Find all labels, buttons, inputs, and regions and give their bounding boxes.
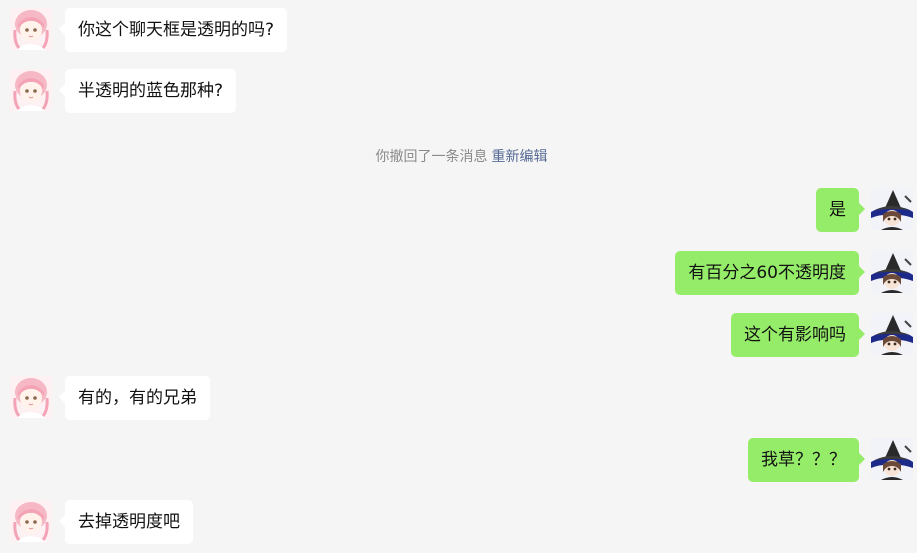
message-row-incoming: 半透明的蓝色那种? — [0, 69, 917, 115]
message-row-incoming: 你这个聊天框是透明的吗? — [0, 8, 917, 54]
message-row-outgoing: 我草？？？ — [0, 438, 917, 484]
contact-avatar[interactable] — [10, 376, 52, 418]
self-avatar[interactable] — [871, 188, 913, 230]
message-bubble[interactable]: 是 — [816, 188, 865, 232]
contact-avatar[interactable] — [10, 8, 52, 50]
message-bubble[interactable]: 我草？？？ — [748, 438, 865, 482]
message-row-outgoing: 有百分之60不透明度 — [0, 251, 917, 297]
recall-notice-text: 你撤回了一条消息 — [375, 149, 488, 165]
message-row-incoming: 有的，有的兄弟 — [0, 376, 917, 422]
message-bubble[interactable]: 这个有影响吗 — [731, 313, 865, 357]
message-bubble[interactable]: 有百分之60不透明度 — [675, 251, 865, 295]
message-bubble[interactable]: 你这个聊天框是透明的吗? — [58, 8, 288, 52]
recall-notice: 你撤回了一条消息 重新编辑 — [0, 146, 917, 166]
message-bubble[interactable]: 有的，有的兄弟 — [59, 376, 210, 420]
message-row-outgoing: 是 — [0, 188, 917, 234]
contact-avatar[interactable] — [10, 500, 52, 542]
self-avatar[interactable] — [871, 251, 913, 293]
message-row-incoming: 去掉透明度吧 — [0, 500, 917, 546]
chat-message-list: 你这个聊天框是透明的吗? 半透明的蓝色那种? 你撤回了一条消息 重新编辑 是 有… — [0, 0, 917, 553]
message-bubble[interactable]: 去掉透明度吧 — [59, 500, 193, 544]
self-avatar[interactable] — [871, 438, 913, 480]
self-avatar[interactable] — [871, 313, 913, 355]
re-edit-link[interactable]: 重新编辑 — [492, 149, 548, 165]
contact-avatar[interactable] — [10, 69, 52, 111]
message-bubble[interactable]: 半透明的蓝色那种? — [58, 69, 237, 113]
message-row-outgoing: 这个有影响吗 — [0, 313, 917, 359]
